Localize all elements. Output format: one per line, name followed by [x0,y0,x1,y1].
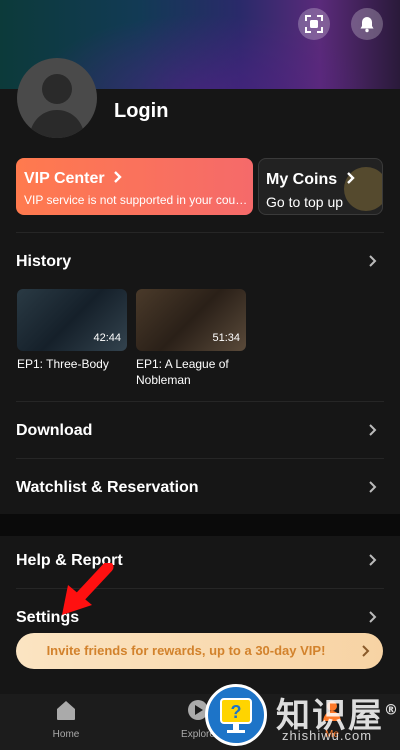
my-coins-subtitle: Go to top up [266,194,344,210]
vip-center-subtitle: VIP service is not supported in your cou… [24,193,249,207]
login-label[interactable]: Login [114,100,168,123]
my-coins-card[interactable]: My Coins Go to top up [258,158,383,215]
download-item[interactable]: Download [16,422,92,440]
chevron-right-icon[interactable] [366,480,380,494]
chevron-right-icon[interactable] [366,610,380,624]
section-gap [0,514,400,536]
user-icon [29,74,85,138]
chevron-right-icon [346,172,355,184]
chevron-right-icon [114,171,122,183]
video-duration: 42:44 [93,332,121,344]
invite-friends-banner[interactable]: Invite friends for rewards, up to a 30-d… [16,633,383,669]
history-item-title[interactable]: EP1: Three-Body [17,356,127,372]
history-item-title[interactable]: EP1: A League of Nobleman [136,356,236,388]
chevron-right-icon [362,645,370,657]
avatar[interactable] [17,58,97,138]
chevron-right-icon[interactable] [366,423,380,437]
video-duration: 51:34 [212,332,240,344]
history-title[interactable]: History [16,253,71,271]
svg-text:?: ? [231,702,242,722]
chevron-right-icon[interactable] [366,553,380,567]
bell-icon [360,17,374,33]
divider [16,232,384,233]
watermark-logo: ? [205,684,267,746]
scan-button[interactable] [298,8,330,40]
vip-center-card[interactable]: VIP Center VIP service is not supported … [16,158,253,215]
divider [16,458,384,459]
watermark-url: zhishiwu.com [282,728,373,743]
scan-icon [305,15,323,33]
my-coins-title: My Coins [266,171,356,189]
watchlist-item[interactable]: Watchlist & Reservation [16,479,199,497]
home-icon [57,701,75,720]
notification-button[interactable] [351,8,383,40]
monitor-question-icon: ? [220,698,252,733]
divider [16,401,384,402]
history-item-thumbnail[interactable]: 51:34 [136,289,246,351]
history-item-thumbnail[interactable]: 42:44 [17,289,127,351]
chevron-right-icon[interactable] [366,254,380,268]
vip-center-title: VIP Center [24,170,123,188]
nav-home[interactable]: Home [26,698,106,740]
invite-text: Invite friends for rewards, up to a 30-d… [46,643,326,658]
nav-home-label: Home [52,729,80,740]
red-arrow-annotation [62,563,114,615]
